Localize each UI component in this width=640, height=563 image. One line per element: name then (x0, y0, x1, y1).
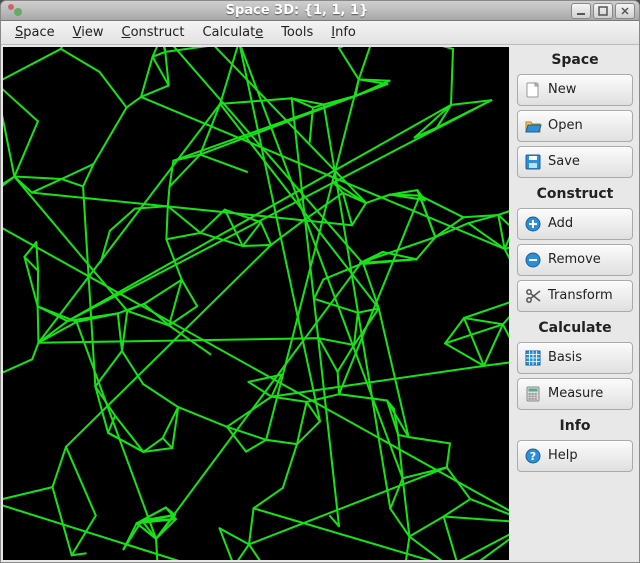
open-button[interactable]: Open (517, 110, 633, 142)
scissors-icon (524, 287, 542, 305)
remove-label: Remove (548, 252, 601, 267)
titlebar: Space 3D: {1, 1, 1} (1, 1, 639, 21)
minimize-button[interactable] (571, 3, 591, 19)
app-window: Space 3D: {1, 1, 1} SpaceViewConstructCa… (0, 0, 640, 563)
help-label: Help (548, 448, 578, 463)
menu-calculate[interactable]: Calculate (194, 22, 271, 43)
file-new-icon (524, 81, 542, 99)
plus-circle-icon (524, 215, 542, 233)
measure-button[interactable]: Measure (517, 378, 633, 410)
menu-info[interactable]: Info (323, 22, 364, 43)
help-blue-icon: ? (524, 447, 542, 465)
save-button[interactable]: Save (517, 146, 633, 178)
content-area: Space New Open Save Construct Add Remove Transf… (1, 45, 639, 562)
menu-space[interactable]: Space (7, 22, 63, 43)
menu-tools[interactable]: Tools (273, 22, 321, 43)
add-button[interactable]: Add (517, 208, 633, 240)
menu-construct[interactable]: Construct (114, 22, 193, 43)
floppy-save-icon (524, 153, 542, 171)
transform-button[interactable]: Transform (517, 280, 633, 312)
wireframe-canvas (3, 47, 509, 560)
section-title-calculate: Calculate (517, 316, 633, 338)
window-controls (571, 3, 635, 19)
measure-label: Measure (548, 386, 603, 401)
folder-open-icon (524, 117, 542, 135)
save-label: Save (548, 154, 580, 169)
section-title-space: Space (517, 48, 633, 70)
menubar: SpaceViewConstructCalculateToolsInfo (1, 21, 639, 45)
basis-button[interactable]: Basis (517, 342, 633, 374)
basis-label: Basis (548, 350, 582, 365)
window-title: Space 3D: {1, 1, 1} (23, 3, 571, 18)
minus-circle-icon (524, 251, 542, 269)
menu-view[interactable]: View (65, 22, 112, 43)
viewport-3d[interactable] (3, 47, 509, 560)
section-title-info: Info (517, 414, 633, 436)
app-icon (7, 3, 23, 19)
transform-label: Transform (548, 288, 613, 303)
calculator-icon (524, 385, 542, 403)
new-label: New (548, 82, 576, 97)
new-button[interactable]: New (517, 74, 633, 106)
section-title-construct: Construct (517, 182, 633, 204)
open-label: Open (548, 118, 583, 133)
help-button[interactable]: ? Help (517, 440, 633, 472)
add-label: Add (548, 216, 573, 231)
grid-blue-icon (524, 349, 542, 367)
svg-text:?: ? (530, 450, 536, 463)
remove-button[interactable]: Remove (517, 244, 633, 276)
sidebar: Space New Open Save Construct Add Remove Transf… (511, 45, 639, 562)
maximize-button[interactable] (593, 3, 613, 19)
close-button[interactable] (615, 3, 635, 19)
